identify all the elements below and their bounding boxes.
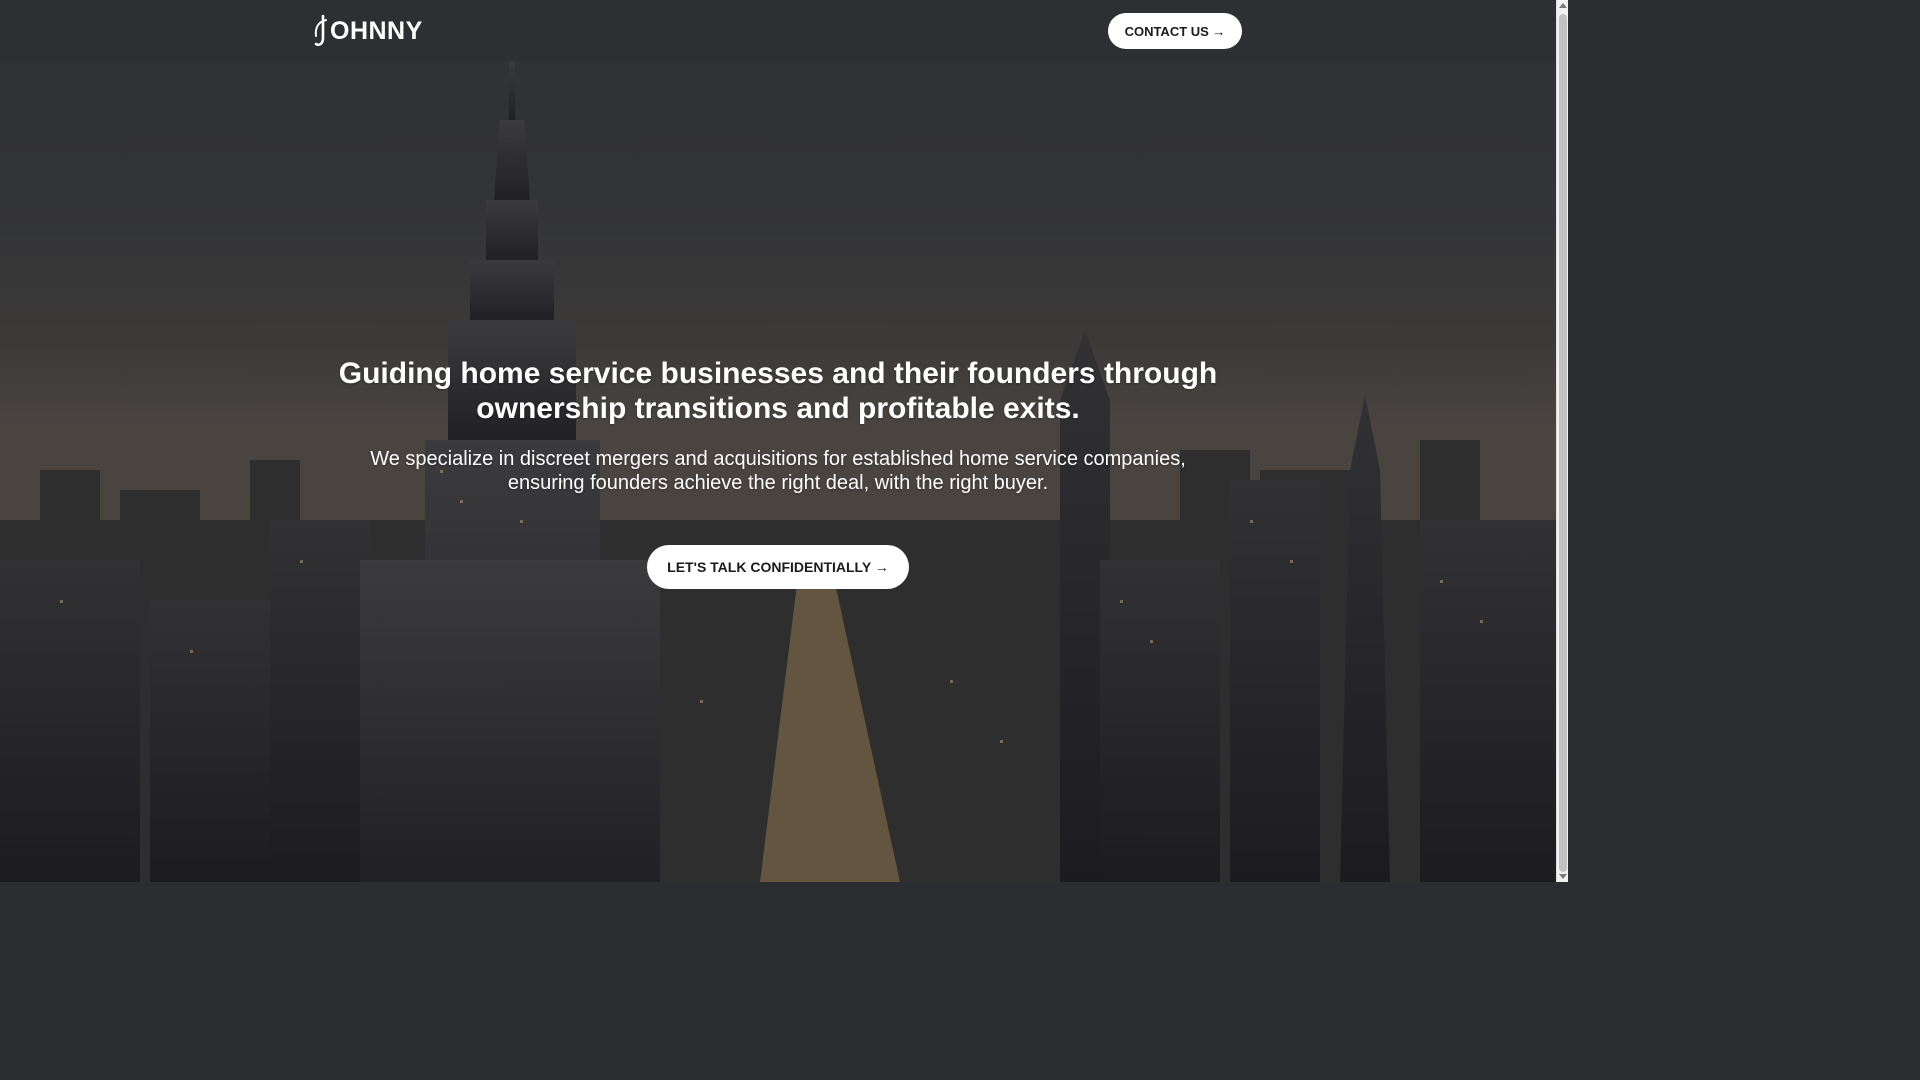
contact-us-button[interactable]: CONTACT US → <box>1108 13 1242 49</box>
brand-logo-text: OHNNY <box>330 17 423 45</box>
hero-subtitle: We specialize in discreet mergers and ac… <box>370 448 1186 494</box>
page-scrollbar[interactable] <box>1556 0 1568 882</box>
scroll-up-arrow-icon[interactable] <box>1559 3 1567 8</box>
scrollbar-thumb[interactable] <box>1559 14 1567 872</box>
hero-title: Guiding home service businesses and thei… <box>338 357 1218 425</box>
site-header: OHNNY CONTACT US → <box>0 0 1556 62</box>
lets-talk-confidentially-button[interactable]: LET'S TALK CONFIDENTIALLY → <box>647 545 909 589</box>
logo-j-mark-icon <box>314 14 327 47</box>
brand-logo[interactable]: OHNNY <box>313 14 423 48</box>
scroll-down-arrow-icon[interactable] <box>1559 874 1567 879</box>
hero-dark-overlay <box>0 0 1556 882</box>
